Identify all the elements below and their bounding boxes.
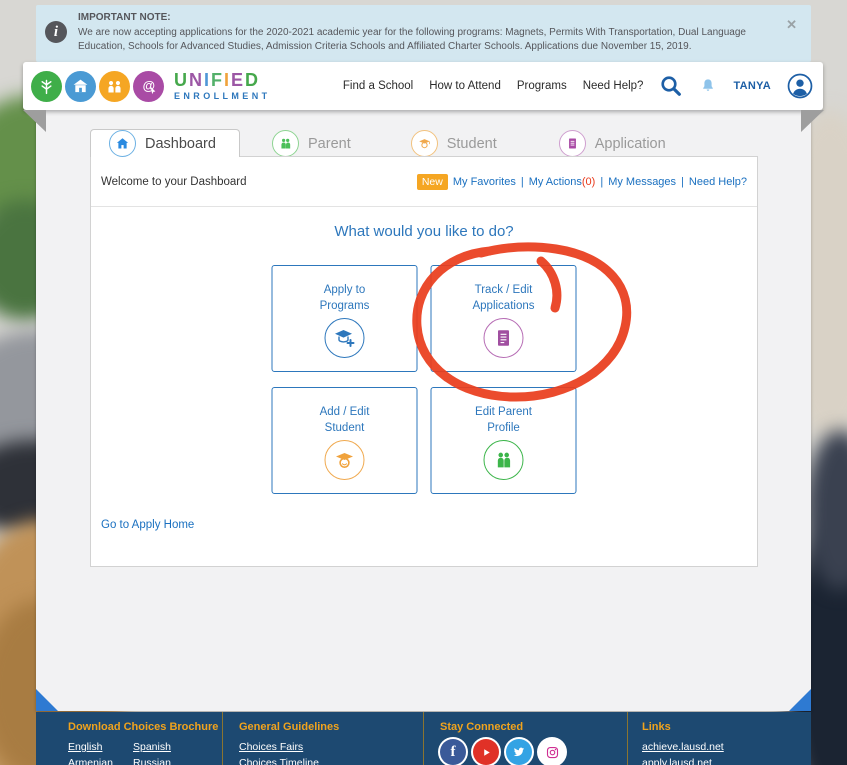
- tab-label: Dashboard: [145, 136, 216, 152]
- home-icon: [109, 130, 136, 157]
- brand-letter: F: [211, 71, 224, 89]
- card-label: Edit Parent Profile: [432, 388, 576, 436]
- parents-icon: [484, 440, 524, 480]
- footer: Download Choices Brochure English Spanis…: [36, 712, 811, 765]
- family-logo-icon: [99, 71, 130, 102]
- card-label: Add / Edit Student: [273, 388, 417, 436]
- brand-letter: N: [189, 71, 204, 89]
- footer-col-links: Links achieve.lausd.net apply.lausd.net: [627, 712, 811, 765]
- tab-bar: Dashboard Parent Student Application: [90, 130, 666, 157]
- footer-heading: General Guidelines: [239, 721, 423, 733]
- footer-col-guidelines: General Guidelines Choices Fairs Choices…: [222, 712, 423, 765]
- tree-logo-icon: [31, 71, 62, 102]
- quick-links: New My Favorites | My Actions(0) | My Me…: [417, 174, 747, 190]
- tab-student[interactable]: Student: [411, 130, 497, 157]
- card-label: Apply to Programs: [273, 266, 417, 314]
- at-sign-logo-icon: @: [133, 71, 164, 102]
- footer-link-choices-fairs[interactable]: Choices Fairs: [239, 739, 423, 755]
- account-avatar-icon[interactable]: [787, 73, 813, 99]
- main-nav: Find a School How to Attend Programs Nee…: [343, 73, 813, 99]
- search-icon[interactable]: [659, 74, 683, 98]
- header: @ UNIFIED ENROLLMENT Find a School How t…: [23, 62, 823, 110]
- footer-col-social: Stay Connected f: [423, 712, 627, 765]
- user-name[interactable]: TANYA: [733, 80, 771, 92]
- actions-count: (0): [582, 176, 595, 188]
- student-icon: [411, 130, 438, 157]
- brand-letter: I: [204, 71, 211, 89]
- footer-link-choices-timeline[interactable]: Choices Timeline: [239, 755, 423, 765]
- brand-subtitle: ENROLLMENT: [174, 92, 271, 101]
- footer-heading: Links: [642, 721, 811, 733]
- notification-banner: i IMPORTANT NOTE: We are now accepting a…: [36, 5, 811, 62]
- card-track-edit-applications[interactable]: Track / Edit Applications: [431, 265, 577, 372]
- youtube-icon[interactable]: [473, 739, 499, 765]
- brand-wordmark: UNIFIED ENROLLMENT: [174, 71, 271, 101]
- question-heading: What would you like to do?: [91, 223, 757, 240]
- separator: |: [681, 176, 684, 188]
- footer-link-apply-lausd[interactable]: apply.lausd.net: [642, 755, 811, 765]
- brand-logos: @: [31, 71, 167, 102]
- link-my-messages[interactable]: My Messages: [608, 176, 676, 188]
- dashboard-panel: Welcome to your Dashboard New My Favorit…: [90, 156, 758, 567]
- school-logo-icon: [65, 71, 96, 102]
- tab-label: Application: [595, 136, 666, 152]
- card-add-edit-student[interactable]: Add / Edit Student: [272, 387, 418, 494]
- link-my-actions[interactable]: My Actions(0): [529, 176, 596, 188]
- facebook-icon[interactable]: f: [440, 739, 466, 765]
- document-icon: [484, 318, 524, 358]
- go-to-apply-home-link[interactable]: Go to Apply Home: [101, 519, 194, 531]
- brand-letter: U: [174, 71, 189, 89]
- student-icon: [325, 440, 365, 480]
- application-document-icon: [559, 130, 586, 157]
- grad-cap-plus-icon: [325, 318, 365, 358]
- footer-link-achieve-lausd[interactable]: achieve.lausd.net: [642, 739, 811, 755]
- tab-application[interactable]: Application: [559, 130, 666, 157]
- tab-label: Student: [447, 136, 497, 152]
- welcome-row: Welcome to your Dashboard New My Favorit…: [91, 157, 757, 207]
- parents-icon: [272, 130, 299, 157]
- footer-heading: Download Choices Brochure: [68, 721, 222, 733]
- brand-letter: E: [231, 71, 245, 89]
- notifications-bell-icon[interactable]: [699, 76, 717, 96]
- link-my-favorites[interactable]: My Favorites: [453, 176, 516, 188]
- page: i IMPORTANT NOTE: We are now accepting a…: [0, 0, 847, 765]
- separator: |: [600, 176, 603, 188]
- instagram-icon[interactable]: [539, 739, 565, 765]
- footer-col-brochure: Download Choices Brochure English Spanis…: [36, 712, 222, 765]
- tab-parent[interactable]: Parent: [272, 130, 351, 157]
- nav-programs[interactable]: Programs: [517, 80, 567, 92]
- action-cards: Apply to Programs Track / Edit Applicati…: [272, 265, 577, 494]
- tab-dashboard[interactable]: Dashboard: [90, 129, 240, 157]
- nav-need-help[interactable]: Need Help?: [583, 80, 644, 92]
- card-apply-to-programs[interactable]: Apply to Programs: [272, 265, 418, 372]
- footer-link-spanish[interactable]: Spanish: [133, 739, 222, 755]
- banner-body: We are now accepting applications for th…: [78, 27, 746, 52]
- footer-link-russian[interactable]: Russian: [133, 755, 222, 765]
- brand-letter: I: [224, 71, 231, 89]
- content-sheet: Dashboard Parent Student Application: [36, 110, 811, 711]
- nav-how-to-attend[interactable]: How to Attend: [429, 80, 501, 92]
- link-need-help[interactable]: Need Help?: [689, 176, 747, 188]
- tab-label: Parent: [308, 136, 351, 152]
- footer-link-armenian[interactable]: Armenian: [68, 755, 133, 765]
- nav-find-a-school[interactable]: Find a School: [343, 80, 413, 92]
- welcome-text: Welcome to your Dashboard: [101, 176, 247, 188]
- brand-letter: D: [245, 71, 260, 89]
- twitter-icon[interactable]: [506, 739, 532, 765]
- footer-link-english[interactable]: English: [68, 739, 133, 755]
- new-badge: New: [417, 174, 448, 190]
- footer-heading: Stay Connected: [440, 721, 627, 733]
- close-icon[interactable]: ✕: [786, 17, 797, 33]
- card-label: Track / Edit Applications: [432, 266, 576, 314]
- card-edit-parent-profile[interactable]: Edit Parent Profile: [431, 387, 577, 494]
- separator: |: [521, 176, 524, 188]
- info-icon: i: [45, 21, 67, 43]
- banner-title: IMPORTANT NOTE:: [78, 11, 790, 25]
